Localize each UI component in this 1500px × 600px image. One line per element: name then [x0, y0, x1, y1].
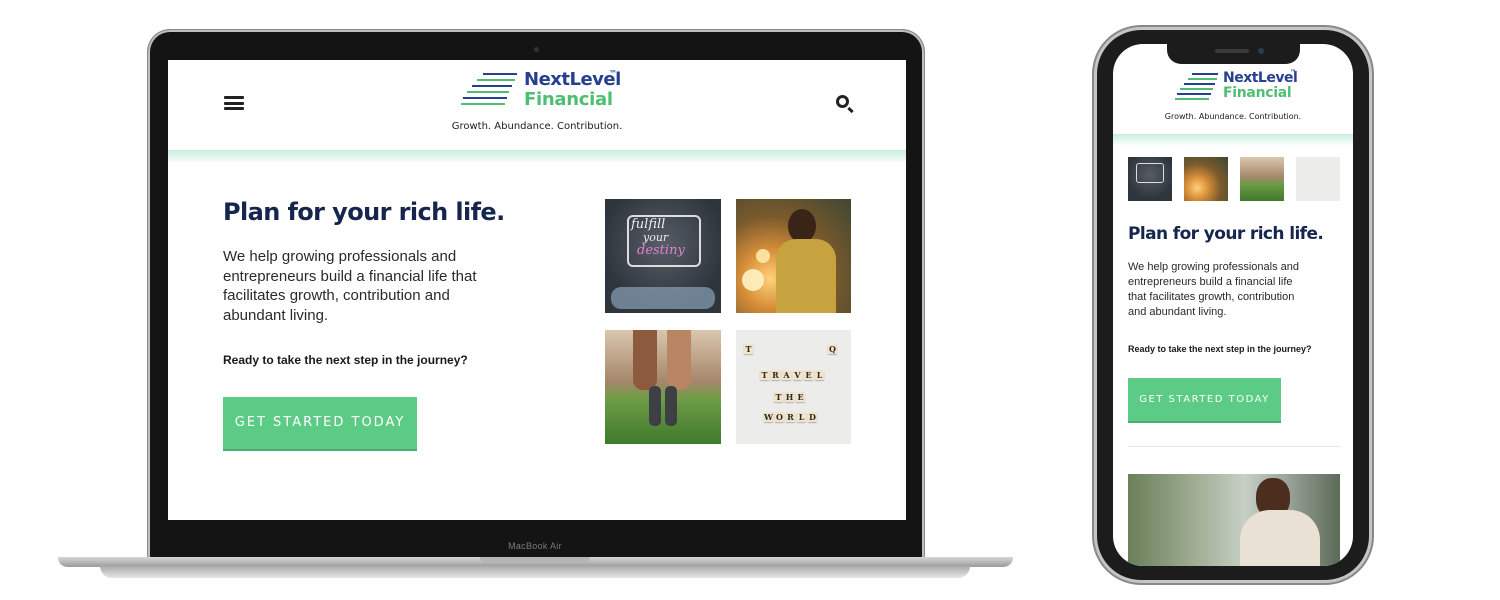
- site-header: NextLevel ™ Financial Growth. Abundance.…: [168, 60, 906, 152]
- scrabble-tile: T: [744, 344, 753, 354]
- logo-name-line1: NextLevel: [524, 69, 621, 90]
- scrabble-tile: T: [774, 392, 783, 402]
- hero-headline: Plan for your rich life.: [223, 198, 505, 226]
- hero-description-line: We help growing professionals and: [223, 248, 457, 265]
- header-shadow: [1113, 134, 1353, 146]
- scrabble-tile: L: [815, 370, 824, 380]
- section-divider: [1128, 446, 1340, 447]
- photo-arm: [633, 330, 657, 390]
- photo-person-body: [776, 239, 836, 313]
- scrabble-tile: E: [796, 392, 805, 402]
- hero-description-line: facilitates growth, contribution and: [223, 287, 450, 304]
- scrabble-tile: D: [808, 412, 817, 422]
- hamburger-menu-icon[interactable]: [224, 96, 244, 110]
- hero-prompt: Ready to take the next step in the journ…: [1128, 344, 1312, 354]
- logo-tagline: Growth. Abundance. Contribution.: [1164, 112, 1302, 121]
- thumb-smiling-woman: [1184, 157, 1228, 201]
- laptop-label: MacBook Air: [508, 541, 562, 551]
- desktop-website: NextLevel ™ Financial Growth. Abundance.…: [168, 60, 906, 520]
- site-logo[interactable]: NextLevel ™ Financial: [461, 69, 621, 114]
- photo-arm: [667, 330, 691, 390]
- hero-description-line: entrepreneurs build a financial life tha…: [223, 267, 477, 285]
- photo-person-body: [1240, 510, 1320, 566]
- photo-man-thinking: [1128, 474, 1340, 566]
- get-started-button[interactable]: GET STARTED TODAY: [223, 397, 417, 449]
- scrabble-tile: Q: [828, 344, 837, 354]
- photo-person-head: [788, 209, 816, 243]
- photo-chalk-destiny: fulfill your destiny: [605, 199, 721, 313]
- photo-shoe: [649, 386, 661, 426]
- hero-description-line: entrepreneurs build a financial life: [1128, 276, 1293, 288]
- laptop-base-shadow: [100, 566, 970, 578]
- logo-trademark: ™: [1290, 69, 1296, 76]
- scrabble-tile: E: [804, 370, 813, 380]
- photo-shoe: [665, 386, 677, 426]
- phone-camera: [1258, 48, 1264, 54]
- scrabble-tile: L: [797, 412, 806, 422]
- scrabble-tile: W: [764, 412, 773, 422]
- hero-prompt: Ready to take the next step in the journ…: [223, 353, 468, 367]
- phone-notch: [1167, 44, 1300, 64]
- scrabble-tile: T: [760, 370, 769, 380]
- hero-headline: Plan for your rich life.: [1128, 224, 1324, 244]
- logo-name-line2: Financial: [524, 89, 613, 110]
- laptop-opening-notch: [480, 557, 590, 562]
- site-logo[interactable]: NextLevel ™ Financial: [1175, 69, 1305, 104]
- scrabble-tile: V: [793, 370, 802, 380]
- hero-description-line: abundant living.: [223, 306, 329, 324]
- chalk-text: destiny: [637, 243, 685, 258]
- header-shadow: [168, 150, 906, 164]
- get-started-button[interactable]: GET STARTED TODAY: [1128, 378, 1281, 421]
- laptop-camera: [534, 47, 539, 52]
- phone-speaker: [1215, 49, 1249, 53]
- hero-description-line: and abundant living.: [1128, 306, 1227, 318]
- photo-baby-shoes: [605, 330, 721, 444]
- scrabble-tile: A: [782, 370, 791, 380]
- hero-description: We help growing professionals and entrep…: [223, 247, 523, 325]
- chalk-sign: [1136, 163, 1164, 183]
- logo-tagline: Growth. Abundance. Contribution.: [451, 121, 623, 132]
- photo-smiling-woman: [736, 199, 851, 313]
- chalk-text: fulfill: [631, 217, 666, 232]
- logo-trademark: ™: [609, 69, 617, 78]
- scrabble-tile: H: [785, 392, 794, 402]
- logo-name-line1: NextLevel: [1223, 70, 1298, 86]
- scrabble-tile: R: [771, 370, 780, 380]
- logo-stripes-icon: [461, 70, 521, 110]
- search-icon[interactable]: [836, 95, 849, 108]
- hero-description-line: We help growing professionals and: [1128, 261, 1300, 273]
- hero-description-line: that facilitates growth, contribution: [1128, 291, 1295, 303]
- mobile-website: NextLevel ™ Financial Growth. Abundance.…: [1113, 44, 1353, 566]
- thumb-chalk-destiny: [1128, 157, 1172, 201]
- thumb-baby-shoes: [1240, 157, 1284, 201]
- scrabble-tile: R: [786, 412, 795, 422]
- logo-stripes-icon: [1175, 70, 1223, 102]
- hero-description: We help growing professionals and entrep…: [1128, 260, 1338, 320]
- photo-light: [756, 249, 770, 263]
- logo-name-line2: Financial: [1223, 85, 1292, 101]
- scrabble-tile: O: [775, 412, 784, 422]
- thumb-scrabble-travel: [1296, 157, 1340, 201]
- photo-feet: [611, 287, 715, 309]
- photo-scrabble-travel: TRAVELTHEWORLDTQ: [736, 330, 851, 444]
- photo-light: [742, 269, 764, 291]
